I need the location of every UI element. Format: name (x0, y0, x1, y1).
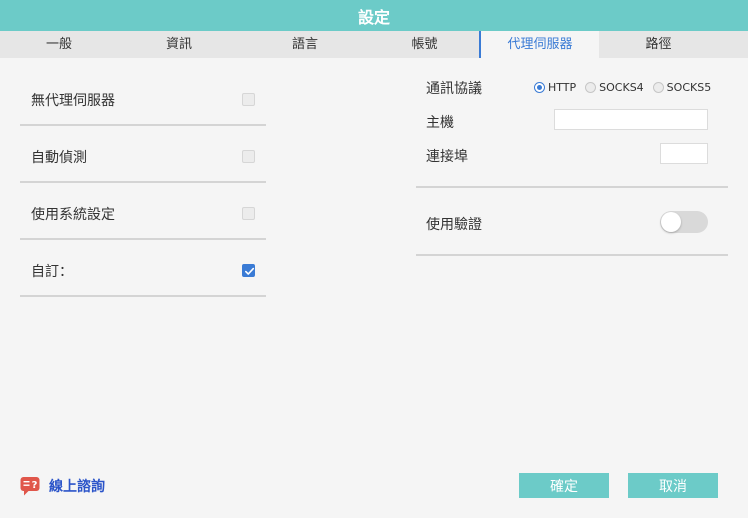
proxy-mode-auto-detect-checkbox[interactable] (242, 150, 255, 163)
proxy-mode-custom-checkbox[interactable] (242, 264, 255, 277)
divider (416, 186, 728, 188)
window-title: 設定 (0, 0, 748, 31)
proxy-mode-none-checkbox[interactable] (242, 93, 255, 106)
tab-bar: 一般 資訊 語言 帳號 代理伺服器 路徑 (0, 31, 748, 58)
svg-text:?: ? (32, 480, 38, 491)
tab-account[interactable]: 帳號 (370, 31, 479, 58)
protocol-option-socks4[interactable]: SOCKS4 (585, 81, 644, 94)
host-label: 主機 (426, 115, 454, 131)
port-input[interactable] (660, 143, 708, 164)
tab-path[interactable]: 路徑 (599, 31, 718, 58)
online-consult-label: 線上諮詢 (49, 479, 105, 495)
protocol-option-socks5[interactable]: SOCKS5 (652, 80, 712, 94)
tab-general[interactable]: 一般 (0, 31, 118, 58)
radio-icon[interactable] (585, 81, 597, 93)
checkmark-icon (245, 267, 255, 275)
proxy-mode-custom[interactable]: 自訂： (20, 240, 266, 297)
proxy-mode-none[interactable]: 無代理伺服器 (20, 69, 266, 126)
proxy-mode-label: 自動偵測 (31, 150, 87, 166)
proxy-mode-system-checkbox[interactable] (242, 207, 255, 220)
port-label: 連接埠 (426, 149, 468, 165)
chat-help-icon: ? (20, 477, 40, 496)
protocol-label: 通訊協議 (426, 81, 482, 97)
cancel-button[interactable]: 取消 (628, 473, 718, 498)
tab-info[interactable]: 資訊 (118, 31, 240, 58)
confirm-button[interactable]: 確定 (519, 473, 609, 498)
protocol-option-label: SOCKS5 (666, 80, 712, 94)
radio-icon[interactable] (652, 81, 664, 93)
auth-toggle[interactable] (660, 211, 708, 233)
proxy-mode-auto-detect[interactable]: 自動偵測 (20, 126, 266, 183)
tab-proxy[interactable]: 代理伺服器 (479, 31, 599, 58)
toggle-knob (661, 212, 681, 232)
host-input[interactable] (554, 109, 708, 130)
auth-label: 使用驗證 (426, 217, 482, 233)
protocol-radio-group: HTTP SOCKS4 SOCKS5 (534, 79, 720, 95)
tab-language[interactable]: 語言 (240, 31, 370, 58)
proxy-mode-label: 自訂： (31, 264, 73, 280)
protocol-option-label: SOCKS4 (599, 80, 644, 94)
protocol-option-http[interactable]: HTTP (534, 81, 576, 94)
proxy-mode-label: 無代理伺服器 (31, 93, 115, 109)
online-consult-link[interactable]: ? 線上諮詢 (20, 476, 105, 496)
divider (416, 254, 728, 256)
radio-selected-icon[interactable] (534, 81, 545, 93)
protocol-option-label: HTTP (548, 80, 577, 94)
proxy-mode-label: 使用系統設定 (31, 207, 115, 223)
proxy-mode-system[interactable]: 使用系統設定 (20, 183, 266, 240)
